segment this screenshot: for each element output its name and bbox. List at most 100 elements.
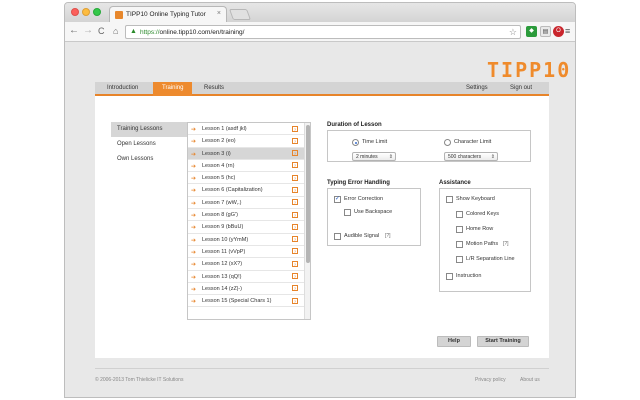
back-icon[interactable]: ←	[69, 25, 79, 37]
lesson-item[interactable]: ➔ Lesson 4 (rn)?	[188, 160, 310, 173]
lesson-help-icon[interactable]: ?	[292, 236, 298, 243]
duration-title: Duration of Lesson	[327, 122, 382, 128]
lesson-help-icon[interactable]: ?	[292, 223, 298, 230]
audible-signal-help-link[interactable]: [?]	[385, 233, 391, 239]
address-bar[interactable]: ▲ https://online.tipp10.com/en/training/…	[125, 25, 521, 39]
menu-open-lessons[interactable]: Open Lessons	[111, 137, 189, 152]
motion-paths-checkbox[interactable]	[456, 241, 463, 248]
help-button[interactable]: Help	[437, 336, 471, 347]
lesson-help-icon[interactable]: ?	[292, 260, 298, 267]
lesson-help-icon[interactable]: ?	[292, 150, 298, 157]
lesson-item[interactable]: ➔ Lesson 8 (gG')?	[188, 209, 310, 222]
motion-paths-label: Motion Paths	[466, 241, 499, 247]
forward-icon[interactable]: →	[83, 25, 93, 37]
lesson-item[interactable]: ➔ Lesson 11 (vVpP)?	[188, 246, 310, 259]
lesson-help-icon[interactable]: ?	[292, 297, 298, 304]
arrow-right-icon: ➔	[191, 225, 197, 232]
lesson-list-scrollbar[interactable]	[304, 123, 310, 319]
start-training-button[interactable]: Start Training	[477, 336, 529, 347]
home-row-checkbox[interactable]	[456, 226, 463, 233]
extension-icon[interactable]: ▤	[540, 26, 551, 37]
instruction-checkbox[interactable]	[446, 273, 453, 280]
arrow-right-icon: ➔	[191, 237, 197, 244]
nav-training[interactable]: Training	[153, 82, 193, 96]
colored-keys-checkbox[interactable]	[456, 211, 463, 218]
lesson-item[interactable]: ➔ Lesson 5 (hc)?	[188, 172, 310, 185]
lesson-name: Lesson 6 (Capitalization)	[202, 187, 263, 194]
lesson-help-icon[interactable]: ?	[292, 174, 298, 181]
select-caret-icon: ⇕	[388, 154, 393, 160]
title-bar: TIPP10 Online Typing Tutor ×	[65, 3, 575, 23]
menu-training-lessons[interactable]: Training Lessons	[111, 122, 189, 137]
menu-own-lessons[interactable]: Own Lessons	[111, 152, 189, 167]
lesson-name: Lesson 1 (asdf jkl)	[202, 126, 247, 132]
minimize-window-button[interactable]	[82, 8, 90, 16]
lesson-item[interactable]: ➔ Lesson 6 (Capitalization)?	[188, 184, 310, 197]
home-row-label: Home Row	[466, 226, 494, 232]
lesson-help-icon[interactable]: ?	[292, 248, 298, 255]
character-limit-select[interactable]: 500 characters ⇕	[444, 152, 498, 161]
lesson-item[interactable]: ➔ Lesson 12 (xX?)?	[188, 258, 310, 271]
lesson-item[interactable]: ➔ Lesson 2 (eo)?	[188, 135, 310, 148]
extension-icon[interactable]: ◆	[526, 26, 537, 37]
show-keyboard-checkbox[interactable]	[446, 196, 453, 203]
lesson-item[interactable]: ➔ Lesson 3 (i)?	[188, 147, 310, 160]
nav-results[interactable]: Results	[204, 85, 224, 91]
tab-close-icon[interactable]: ×	[217, 10, 221, 17]
opera-extension-icon[interactable]: O	[553, 26, 564, 37]
character-limit-radio[interactable]	[444, 139, 451, 146]
nav-introduction[interactable]: Introduction	[107, 85, 138, 91]
select-caret-icon: ⇕	[490, 154, 495, 160]
lesson-item[interactable]: ➔ Lesson 9 (bBuU)?	[188, 221, 310, 234]
error-handling-title: Typing Error Handling	[327, 180, 390, 186]
lesson-name: Lesson 3 (i)	[202, 150, 231, 157]
lesson-name: Lesson 5 (hc)	[202, 175, 236, 182]
lesson-help-icon[interactable]: ?	[292, 137, 298, 144]
lr-separation-checkbox[interactable]	[456, 256, 463, 263]
use-backspace-checkbox[interactable]	[344, 209, 351, 216]
browser-toolbar: ← → C ⌂ ▲ https://online.tipp10.com/en/t…	[65, 22, 575, 42]
lesson-help-icon[interactable]: ?	[292, 285, 298, 292]
lesson-help-icon[interactable]: ?	[292, 199, 298, 206]
lesson-help-icon[interactable]: ?	[292, 162, 298, 169]
reload-icon[interactable]: C	[98, 25, 105, 37]
scrollbar-thumb[interactable]	[306, 125, 310, 263]
lesson-help-icon[interactable]: ?	[292, 211, 298, 218]
lesson-help-icon[interactable]: ?	[292, 186, 298, 193]
maximize-window-button[interactable]	[93, 8, 101, 16]
colored-keys-label: Colored Keys	[466, 211, 500, 217]
browser-menu-icon[interactable]: ≡	[565, 26, 574, 36]
arrow-right-icon: ➔	[191, 127, 197, 133]
close-window-button[interactable]	[71, 8, 79, 16]
lesson-help-icon[interactable]: ?	[292, 273, 298, 280]
tipp10-logo[interactable]: TIPP10	[487, 58, 571, 82]
lesson-item[interactable]: ➔ Lesson 15 (Special Chars 1)?	[188, 295, 310, 308]
new-tab-button[interactable]	[228, 9, 252, 20]
url-text[interactable]: https://online.tipp10.com/en/training/	[140, 29, 244, 36]
nav-sign-out[interactable]: Sign out	[510, 85, 532, 91]
lesson-item[interactable]: ➔ Lesson 10 (yYmM)?	[188, 234, 310, 246]
lesson-item[interactable]: ➔ Lesson 1 (asdf jkl)?	[188, 123, 310, 136]
lesson-item[interactable]: ➔ Lesson 7 (wW,.)?	[188, 197, 310, 210]
lesson-list[interactable]: ➔ Lesson 1 (asdf jkl)? ➔ Lesson 2 (eo)? ➔ Les…	[187, 122, 311, 320]
error-correction-checkbox[interactable]: ✓	[334, 196, 341, 203]
instruction-label: Instruction	[456, 273, 482, 279]
time-limit-radio[interactable]	[352, 139, 359, 146]
home-icon[interactable]: ⌂	[113, 25, 118, 37]
privacy-policy-link[interactable]: Privacy policy	[475, 377, 506, 383]
lesson-item[interactable]: ➔ Lesson 13 (qQ!)?	[188, 271, 310, 283]
motion-paths-help-link[interactable]: [?]	[503, 241, 509, 247]
browser-tab[interactable]: TIPP10 Online Typing Tutor ×	[109, 6, 227, 23]
time-limit-select[interactable]: 2 minutes ⇕	[352, 152, 396, 161]
arrow-right-icon: ➔	[191, 262, 197, 269]
tab-title: TIPP10 Online Typing Tutor	[126, 11, 206, 18]
arrow-right-icon: ➔	[191, 286, 197, 293]
footer-divider	[95, 368, 549, 369]
nav-settings[interactable]: Settings	[466, 85, 488, 91]
bookmark-star-icon[interactable]: ☆	[509, 27, 517, 38]
lesson-name: Lesson 2 (eo)	[202, 138, 236, 145]
lesson-item[interactable]: ➔ Lesson 14 (zZ|-)?	[188, 283, 310, 296]
lesson-help-icon[interactable]: ?	[292, 125, 298, 132]
about-us-link[interactable]: About us	[520, 377, 540, 383]
audible-signal-checkbox[interactable]	[334, 233, 341, 240]
